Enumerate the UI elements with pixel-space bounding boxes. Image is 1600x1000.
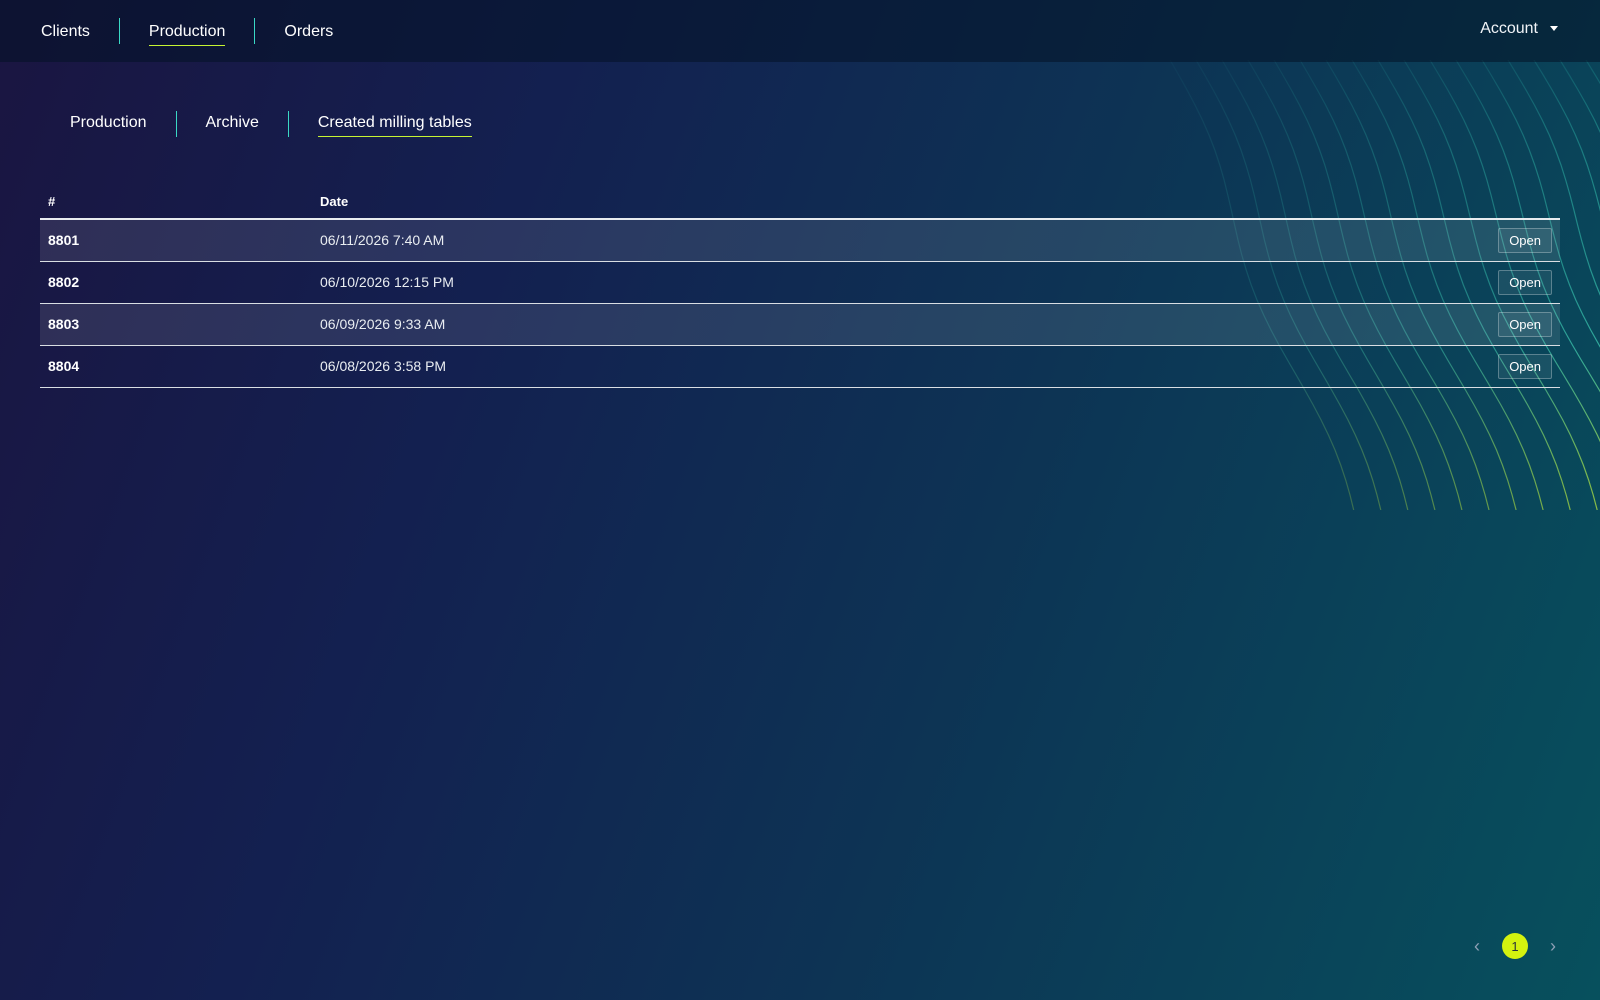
table-row: 8803 06/09/2026 9:33 AM Open [40, 303, 1560, 345]
chevron-right-icon[interactable]: › [1546, 936, 1560, 957]
account-menu[interactable]: Account [1480, 20, 1558, 38]
nav-orders[interactable]: Orders [284, 17, 333, 46]
open-button[interactable]: Open [1498, 227, 1552, 253]
open-button[interactable]: Open [1498, 353, 1552, 379]
row-date: 06/10/2026 12:15 PM [320, 274, 454, 290]
decorative-wave-line [1559, 60, 1600, 134]
table-row: 8804 06/08/2026 3:58 PM Open [40, 345, 1560, 387]
main-nav: Clients Production Orders [41, 17, 333, 46]
subnav-created-milling-tables[interactable]: Created milling tables [317, 110, 472, 137]
row-date: 06/11/2026 7:40 AM [320, 232, 445, 249]
column-header-date[interactable]: Date [312, 186, 1164, 220]
open-button[interactable]: Open [1498, 311, 1552, 337]
table-header-row: # Date [40, 186, 1560, 220]
subnav-separator [175, 110, 177, 137]
subnav-separator [287, 110, 289, 137]
row-id: 8802 [48, 274, 80, 290]
open-button[interactable]: Open [1498, 269, 1552, 295]
nav-clients[interactable]: Clients [41, 17, 90, 46]
page-button-current[interactable]: 1 [1502, 933, 1528, 959]
milling-tables-table: # Date 8801 06/11/2026 7:40 AM Open 8802… [40, 186, 1560, 388]
row-date: 06/09/2026 9:33 AM [320, 316, 446, 332]
account-label: Account [1480, 20, 1538, 37]
top-navigation-bar: Clients Production Orders Account [0, 0, 1600, 62]
subnav-production[interactable]: Production [70, 110, 147, 137]
column-header-actions [1163, 186, 1560, 220]
nav-separator [254, 18, 256, 44]
chevron-left-icon[interactable]: ‹ [1470, 936, 1484, 957]
row-date: 06/08/2026 3:58 PM [320, 358, 447, 374]
table-row: 8802 06/10/2026 12:15 PM Open [40, 261, 1560, 303]
sub-navigation: Production Archive Created milling table… [70, 110, 472, 137]
row-id: 8804 [48, 358, 80, 374]
column-header-number[interactable]: # [40, 186, 312, 220]
pagination: ‹ 1 › [1470, 933, 1560, 959]
decorative-wave-line [1585, 60, 1600, 85]
nav-production[interactable]: Production [148, 17, 226, 46]
row-id: 8803 [48, 316, 80, 332]
table-row: 8801 06/11/2026 7:40 AM Open [40, 219, 1560, 261]
caret-down-icon [1550, 25, 1558, 31]
row-id: 8801 [48, 232, 80, 249]
nav-separator [118, 18, 120, 44]
subnav-archive[interactable]: Archive [206, 110, 259, 137]
